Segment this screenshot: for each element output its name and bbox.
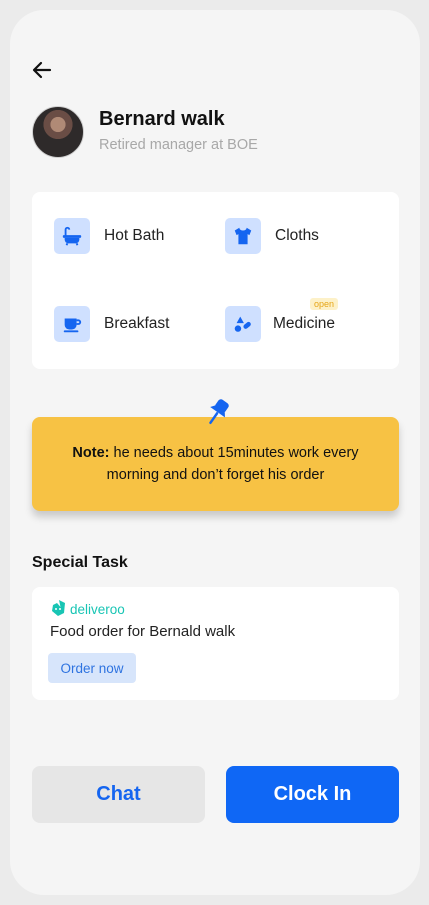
service-label: Cloths [275,227,319,244]
pills-icon [225,306,261,342]
service-medicine[interactable]: Medicine open [225,298,339,342]
services-card: Hot Bath Cloths Breakfast Medicine open [32,192,399,369]
service-hot-bath[interactable]: Hot Bath [54,218,164,254]
service-label: Hot Bath [104,227,165,244]
task-card: deliveroo Food order for Bernald walk Or… [32,587,399,700]
section-title: Special Task [32,554,128,571]
deliveroo-logo: deliveroo [50,599,125,619]
note-text: Note: he needs about 15minutes work ever… [54,442,377,486]
note-body: he needs about 15minutes work every morn… [106,445,359,483]
service-breakfast[interactable]: Breakfast [54,306,169,342]
arrow-left-icon [32,61,52,79]
cup-icon [54,306,90,342]
task-description: Food order for Bernald walk [50,623,236,640]
user-name: Bernard walk [99,108,225,130]
phone-screen: Bernard walk Retired manager at BOE Hot … [10,10,420,895]
user-role: Retired manager at BOE [99,137,258,153]
note-card: Note: he needs about 15minutes work ever… [32,417,399,511]
brand-name: deliveroo [70,601,125,617]
service-label: Breakfast [104,315,170,332]
order-now-button[interactable]: Order now [48,653,136,683]
chat-button[interactable]: Chat [32,766,205,823]
pushpin-icon [202,396,232,430]
clock-in-button[interactable]: Clock In [226,766,399,823]
back-button[interactable] [30,58,54,82]
shirt-icon [225,218,261,254]
deliveroo-icon [52,600,65,616]
avatar [32,106,84,158]
service-label: Medicine [273,315,336,332]
status-badge: open [310,298,339,310]
bathtub-icon [54,218,90,254]
service-cloths[interactable]: Cloths [225,218,319,254]
note-prefix: Note: [72,445,110,461]
